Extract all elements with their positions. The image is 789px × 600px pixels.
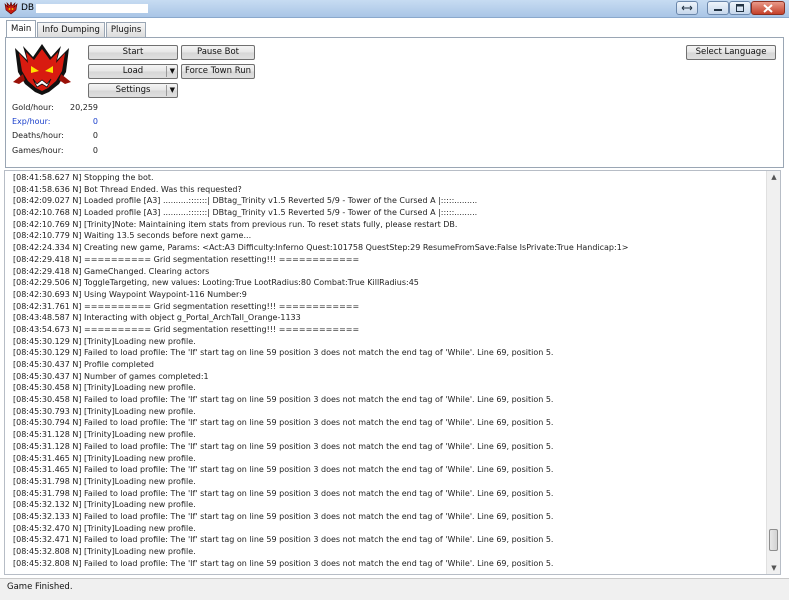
deaths-per-hour-value: 0 (92, 131, 98, 140)
exp-per-hour-label: Exp/hour: (12, 117, 51, 126)
demonbuddy-app-icon (4, 2, 18, 15)
log-line: [08:41:58.636 N] Bot Thread Ended. Was t… (13, 184, 242, 194)
gold-per-hour-label: Gold/hour: (12, 103, 54, 112)
log-output[interactable]: [08:41:58.627 N] Stopping the bot. [08:41… (4, 170, 781, 575)
force-town-run-button[interactable]: Force Town Run (181, 64, 255, 79)
log-line: [08:42:29.418 N] ========== Grid segment… (13, 254, 360, 264)
scroll-down-icon[interactable]: ▼ (767, 562, 780, 574)
load-button[interactable]: Load ▼ (88, 64, 178, 79)
load-button-label: Load (122, 66, 144, 76)
log-line: [08:42:29.418 N] GameChanged. Clearing a… (13, 266, 210, 276)
log-line: [08:45:30.793 N] [Trinity]Loading new pr… (13, 406, 196, 416)
scrollbar-thumb[interactable] (769, 529, 778, 551)
demon-logo-icon (13, 44, 71, 95)
log-line: [08:42:24.334 N] Creating new game, Para… (13, 243, 629, 253)
log-line: [08:43:48.587 N] Interacting with object… (13, 313, 301, 323)
maximize-button[interactable] (729, 1, 751, 15)
log-line: [08:45:30.437 N] Profile completed (13, 360, 154, 369)
log-line: [08:45:30.437 N] Number of games complet… (13, 371, 209, 381)
log-line: [08:45:31.128 N] [Trinity]Loading new pr… (13, 430, 196, 440)
scroll-up-icon[interactable]: ▲ (767, 171, 780, 183)
log-line: [08:42:10.779 N] Waiting 13.5 seconds be… (13, 231, 252, 241)
pause-bot-button[interactable]: Pause Bot (181, 45, 255, 60)
log-line: [08:45:32.470 N] [Trinity]Loading new pr… (13, 523, 196, 533)
log-line: [08:42:10.769 N] [Trinity]Note: Maintain… (13, 219, 458, 229)
games-per-hour-label: Games/hour: (12, 146, 64, 155)
split-separator (166, 66, 167, 77)
log-line: [08:42:31.761 N] ========== Grid segment… (13, 301, 360, 311)
resize-arrows-icon (681, 5, 693, 11)
tab-strip: Main Info Dumping Plugins (6, 20, 147, 37)
settings-button[interactable]: Settings ▼ (88, 83, 178, 98)
status-bar: Game Finished. (0, 578, 789, 600)
log-line: [08:42:10.768 N] Loaded profile [A3] ...… (13, 208, 478, 218)
log-line: [08:45:30.129 N] [Trinity]Loading new pr… (13, 336, 196, 346)
log-line: [08:45:31.465 N] Failed to load profile:… (13, 465, 554, 475)
log-line: [08:45:30.458 N] Failed to load profile:… (13, 395, 554, 405)
log-line: [08:41:58.627 N] Stopping the bot. (13, 173, 154, 182)
log-line: [08:42:29.506 N] ToggleTargeting, new va… (13, 278, 419, 288)
deaths-per-hour-label: Deaths/hour: (12, 131, 64, 140)
title-redacted-area (36, 4, 148, 13)
status-text: Game Finished. (7, 582, 73, 592)
log-line: [08:43:54.673 N] ========== Grid segment… (13, 324, 360, 334)
split-separator (166, 85, 167, 96)
log-scrollbar[interactable]: ▲ ▼ (766, 171, 780, 574)
close-icon (763, 3, 773, 13)
start-button[interactable]: Start (88, 45, 178, 60)
tab-plugins[interactable]: Plugins (105, 22, 147, 37)
log-lines: [08:41:58.627 N] Stopping the bot. [08:41… (13, 172, 764, 569)
gold-per-hour-value: 20,259 (70, 103, 98, 112)
log-line: [08:42:09.027 N] Loaded profile [A3] ...… (13, 196, 478, 206)
log-line: [08:45:32.808 N] Failed to load profile:… (13, 558, 554, 568)
select-language-button[interactable]: Select Language (686, 45, 776, 60)
exp-per-hour-value: 0 (92, 117, 98, 126)
tab-info-dumping[interactable]: Info Dumping (37, 22, 105, 37)
log-line: [08:45:30.794 N] Failed to load profile:… (13, 418, 554, 428)
maximize-icon (736, 4, 744, 12)
log-line: [08:45:32.808 N] [Trinity]Loading new pr… (13, 547, 196, 556)
log-line: [08:45:30.458 N] [Trinity]Loading new pr… (13, 383, 196, 393)
log-line: [08:45:32.132 N] [Trinity]Loading new pr… (13, 500, 196, 510)
log-line: [08:45:31.465 N] [Trinity]Loading new pr… (13, 453, 196, 463)
log-line: [08:45:31.128 N] Failed to load profile:… (13, 441, 554, 451)
games-per-hour-value: 0 (92, 146, 98, 155)
chevron-down-icon: ▼ (169, 86, 175, 94)
tab-main[interactable]: Main (6, 20, 37, 37)
title-extra-button[interactable] (676, 1, 698, 15)
close-button[interactable] (751, 1, 785, 15)
log-line: [08:45:32.471 N] Failed to load profile:… (13, 535, 554, 545)
log-line: [08:45:32.133 N] Failed to load profile:… (13, 511, 554, 521)
chevron-down-icon: ▼ (169, 67, 175, 75)
title-bar: DB - (0, 0, 789, 18)
log-line: [08:45:31.798 N] [Trinity]Loading new pr… (13, 476, 196, 486)
log-line: [08:45:31.798 N] Failed to load profile:… (13, 488, 554, 498)
minimize-button[interactable] (707, 1, 729, 15)
settings-button-label: Settings (115, 85, 151, 95)
log-line: [08:45:30.129 N] Failed to load profile:… (13, 348, 554, 358)
log-line: [08:42:30.693 N] Using Waypoint Waypoint… (13, 289, 247, 299)
minimize-icon (714, 9, 722, 11)
